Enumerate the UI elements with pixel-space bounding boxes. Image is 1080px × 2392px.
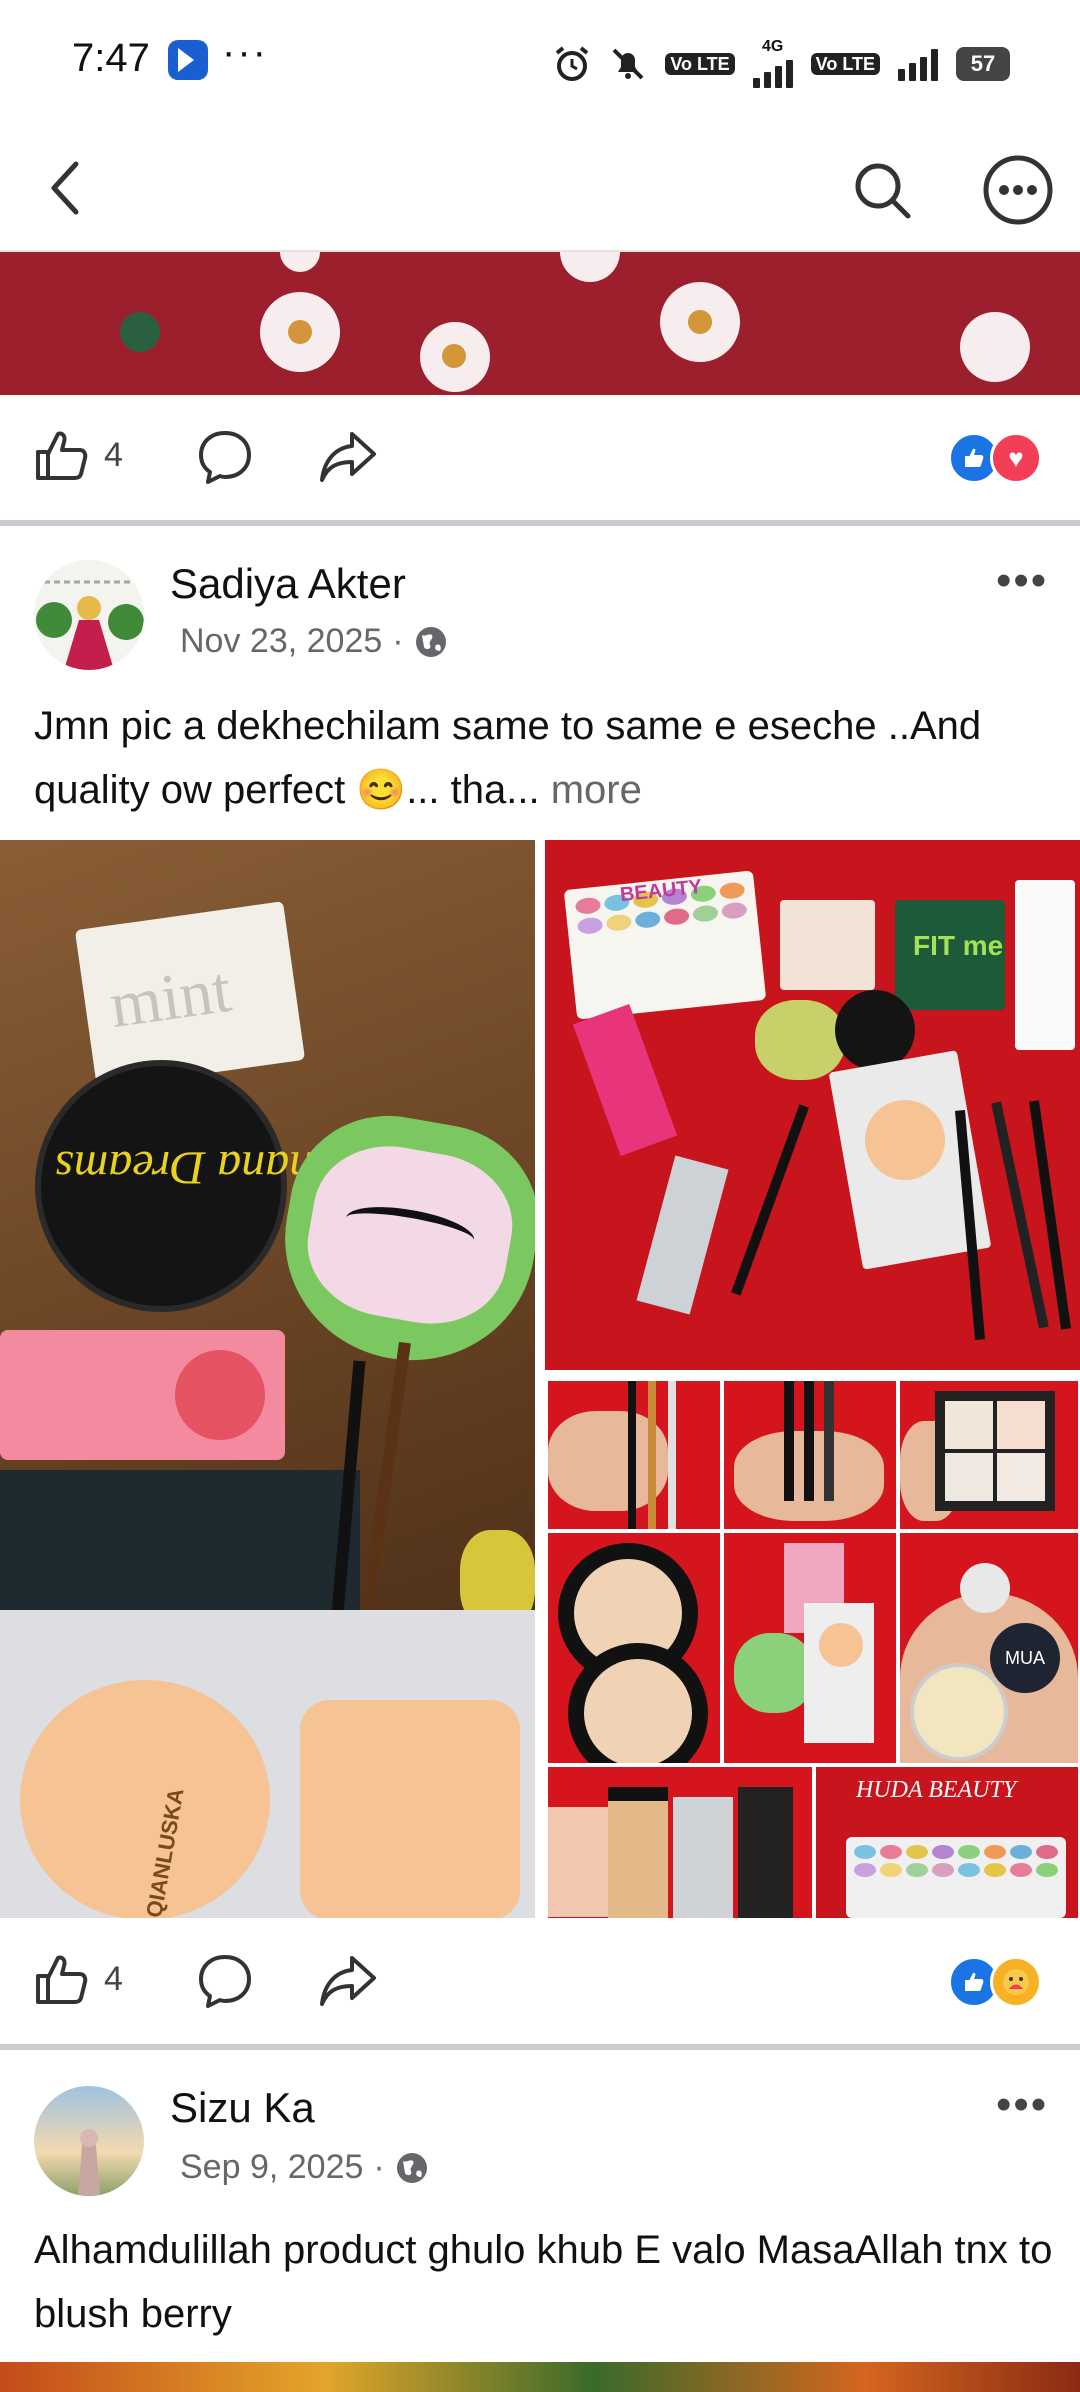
post-photo-1[interactable]: mint Banana Dreams QIANLUSKA xyxy=(0,840,535,1918)
post-meta: Nov 23, 2025 · xyxy=(180,622,448,661)
comment-bubble-icon xyxy=(199,1955,251,2008)
huda-label: HUDA BEAUTY xyxy=(856,1777,1017,1803)
mute-bell-icon xyxy=(612,48,644,80)
chevron-left-icon xyxy=(51,161,79,215)
thumb-2[interactable] xyxy=(724,1381,896,1529)
search-button[interactable] xyxy=(848,156,918,226)
globe-icon xyxy=(415,626,446,657)
thumb-1[interactable] xyxy=(548,1381,720,1529)
alarm-icon xyxy=(556,46,589,81)
comment-button[interactable] xyxy=(196,1952,254,2010)
author-name[interactable]: Sizu Ka xyxy=(170,2084,315,2132)
care-reaction-icon xyxy=(990,1956,1042,2008)
comment-bubble-icon xyxy=(199,431,251,484)
thumb-7[interactable] xyxy=(548,1767,812,1918)
share-arrow-icon xyxy=(320,432,376,482)
volte-badge-2: Vo LTE xyxy=(810,53,880,75)
globe-icon xyxy=(396,2152,427,2183)
search-icon xyxy=(855,163,911,219)
more-circle-icon xyxy=(983,155,1053,225)
network-type: 4G xyxy=(762,38,784,55)
previous-post-image[interactable] xyxy=(0,252,1080,395)
signal-bars-icon xyxy=(752,54,793,88)
post-actions-2: 4 xyxy=(0,1924,1080,2044)
post-date[interactable]: Nov 23, 2025 xyxy=(180,622,382,661)
post-separator xyxy=(0,520,1080,526)
post-options-button[interactable]: ••• xyxy=(996,2080,1048,2130)
post-photo-2[interactable]: BEAUTY FIT me xyxy=(545,840,1080,1370)
battery-icon: 57 xyxy=(956,47,1010,81)
status-icons: Vo LTE 4G Vo LTE 57 xyxy=(553,38,1010,88)
share-arrow-icon xyxy=(320,1956,376,2006)
post-meta: Sep 9, 2025 · xyxy=(180,2148,429,2187)
thumb-8[interactable]: HUDA BEAUTY xyxy=(816,1767,1078,1918)
post-text: Jmn pic a dekhechilam same to same e ese… xyxy=(34,694,1054,822)
like-count: 4 xyxy=(104,435,123,474)
reaction-summary[interactable] xyxy=(948,1956,1042,2008)
status-time: 7:47 xyxy=(72,36,150,80)
post-body: Jmn pic a dekhechilam same to same e ese… xyxy=(34,704,982,812)
post-options-button[interactable]: ••• xyxy=(996,556,1048,606)
thumbs-up-icon xyxy=(36,1955,88,2004)
status-more-dots: ··· xyxy=(222,30,268,74)
see-more-link[interactable]: more xyxy=(551,768,642,812)
meta-dot: · xyxy=(392,622,404,660)
comment-button[interactable] xyxy=(196,428,254,486)
post-body: Alhamdulillah product ghulo khub E valo … xyxy=(34,2228,1053,2336)
avatar[interactable] xyxy=(34,560,144,670)
post-separator-2 xyxy=(0,2044,1080,2050)
thumbs-up-icon xyxy=(36,431,88,480)
more-options-button[interactable] xyxy=(980,152,1056,228)
share-button[interactable] xyxy=(318,428,378,486)
thumb-4[interactable] xyxy=(548,1533,720,1763)
thumb-5[interactable] xyxy=(724,1533,896,1763)
volte-badge: Vo LTE xyxy=(665,53,735,75)
post-text: Alhamdulillah product ghulo khub E valo … xyxy=(34,2218,1054,2346)
love-reaction-icon: ♥ xyxy=(990,432,1042,484)
post-date[interactable]: Sep 9, 2025 xyxy=(180,2148,363,2187)
thumb-3[interactable] xyxy=(900,1381,1078,1529)
signal-bars-2-icon xyxy=(898,47,938,81)
like-count: 4 xyxy=(104,1959,123,1998)
signal-4g: 4G xyxy=(752,38,793,88)
mua-label: MUA xyxy=(990,1623,1060,1693)
next-post-image[interactable] xyxy=(0,2362,1080,2392)
like-button[interactable]: 4 xyxy=(32,426,123,484)
meta-dot: · xyxy=(373,2148,385,2186)
app-notification-icon xyxy=(168,40,208,80)
top-nav xyxy=(0,130,1080,252)
reaction-summary[interactable]: ♥ xyxy=(948,432,1042,484)
author-name[interactable]: Sadiya Akter xyxy=(170,560,406,608)
fit-me-label: FIT me xyxy=(913,930,1004,961)
back-button[interactable] xyxy=(34,156,98,220)
avatar[interactable] xyxy=(34,2086,144,2196)
share-button[interactable] xyxy=(318,1952,378,2010)
status-bar: 7:47 ··· Vo LTE 4G Vo LTE 57 xyxy=(0,0,1080,125)
thumb-6[interactable]: MUA xyxy=(900,1533,1078,1763)
post-actions-1: 4 ♥ xyxy=(0,400,1080,520)
like-button[interactable]: 4 xyxy=(32,1950,123,2008)
